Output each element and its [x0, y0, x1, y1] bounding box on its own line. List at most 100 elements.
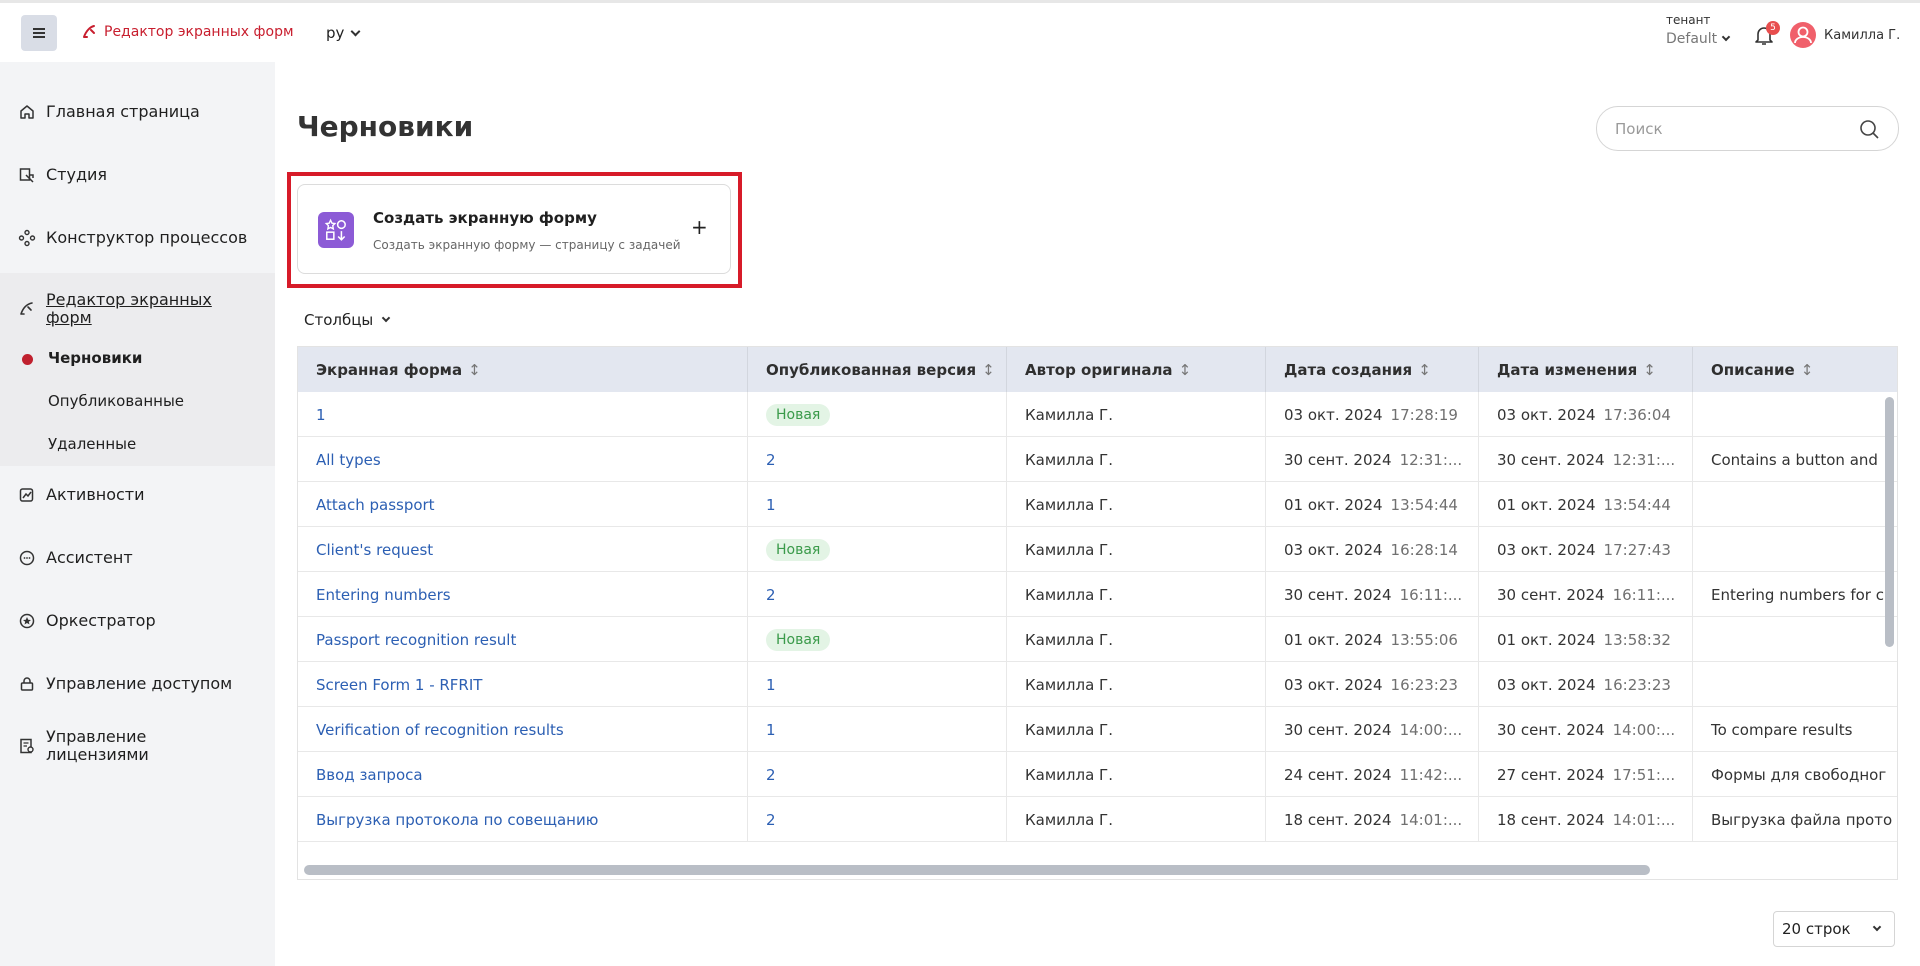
- sidebar-item-access-control[interactable]: Управление доступом: [0, 674, 275, 693]
- status-badge: Новая: [766, 628, 831, 651]
- version-link[interactable]: 2: [766, 766, 776, 784]
- date-text: 18 сент. 2024: [1497, 810, 1605, 829]
- create-form-card[interactable]: Создать экранную форму Создать экранную …: [297, 184, 731, 274]
- author-cell: Камилла Г.: [1007, 392, 1266, 437]
- form-name-link[interactable]: Passport recognition result: [298, 617, 748, 662]
- tenant-dropdown[interactable]: Default: [1666, 31, 1731, 47]
- sort-icon[interactable]: ↕: [1179, 361, 1192, 379]
- created-date-cell: 01 окт. 2024 13:54:44: [1266, 482, 1479, 527]
- table-row[interactable]: Passport recognition result Новая Камилла …: [298, 617, 1897, 662]
- sidebar-subitem-drafts[interactable]: Черновики: [0, 349, 275, 367]
- notification-badge: 5: [1766, 21, 1780, 35]
- rows-per-page-select[interactable]: 20 строк: [1773, 911, 1895, 947]
- sidebar-item-studio[interactable]: Студия: [0, 165, 275, 184]
- form-name-link[interactable]: 1: [298, 392, 748, 437]
- table-row[interactable]: Выгрузка протокола по совещанию 2 Камилла …: [298, 797, 1897, 842]
- sidebar-item-process-builder[interactable]: Конструктор процессов: [0, 228, 275, 247]
- published-version: 1: [748, 662, 1007, 707]
- horizontal-scrollbar[interactable]: [304, 865, 1650, 875]
- sidebar-item-label: Управление доступом: [46, 674, 233, 693]
- form-name-link[interactable]: Attach passport: [298, 482, 748, 527]
- col-description-header[interactable]: Описание ↕: [1693, 347, 1897, 392]
- sidebar-item-activities[interactable]: Активности: [0, 485, 275, 504]
- table-row[interactable]: Entering numbers 2 Камилла Г. 30 сент. 2024…: [298, 572, 1897, 617]
- form-name-link[interactable]: Выгрузка протокола по совещанию: [298, 797, 748, 842]
- status-badge: Новая: [766, 538, 831, 561]
- form-name-link[interactable]: All types: [298, 437, 748, 482]
- sidebar-subitem-published[interactable]: Опубликованные: [0, 392, 275, 410]
- sidebar-item-form-editor[interactable]: Редактор экранных форм: [0, 291, 275, 327]
- description-cell: Entering numbers for c: [1693, 572, 1897, 617]
- brand-link[interactable]: Редактор экранных форм: [80, 23, 294, 41]
- created-date-cell: 03 окт. 2024 16:28:14: [1266, 527, 1479, 572]
- date-text: 18 сент. 2024: [1284, 810, 1392, 829]
- author-cell: Камилла Г.: [1007, 662, 1266, 707]
- sidebar-item-label: Оркестратор: [46, 611, 156, 630]
- column-header-label: Описание: [1711, 360, 1795, 379]
- sidebar-item-home[interactable]: Главная страница: [0, 102, 275, 121]
- col-author-header[interactable]: Автор оригинала ↕: [1007, 347, 1266, 392]
- time-text: 11:42:...: [1399, 765, 1463, 784]
- time-text: 16:11:...: [1399, 585, 1463, 604]
- form-name-link[interactable]: Verification of recognition results: [298, 707, 748, 752]
- version-link[interactable]: 2: [766, 451, 776, 469]
- table-row[interactable]: 1 Новая Камилла Г. 03 окт. 2024 17:28:19 03 о…: [298, 392, 1897, 437]
- home-icon: [20, 104, 34, 119]
- sort-icon[interactable]: ↕: [1801, 361, 1814, 379]
- table-row[interactable]: Attach passport 1 Камилла Г. 01 окт. 2024 13…: [298, 482, 1897, 527]
- version-link[interactable]: 2: [766, 811, 776, 829]
- date-text: 03 окт. 2024: [1497, 675, 1596, 694]
- active-indicator-icon: [22, 354, 33, 365]
- published-version: Новая: [748, 617, 1007, 662]
- table-row[interactable]: Verification of recognition results 1 Ками…: [298, 707, 1897, 752]
- table-row[interactable]: All types 2 Камилла Г. 30 сент. 2024 12:31:.…: [298, 437, 1897, 482]
- user-menu[interactable]: Камилла Г.: [1790, 22, 1900, 48]
- col-form-name-header[interactable]: Экранная форма ↕: [298, 347, 748, 392]
- version-link[interactable]: 2: [766, 586, 776, 604]
- table-header: Экранная форма ↕ Опубликованная версия ↕ Авт…: [298, 347, 1897, 392]
- col-created-header[interactable]: Дата создания ↕: [1266, 347, 1479, 392]
- sidebar-item-licenses[interactable]: Управление лицензиями: [0, 728, 275, 764]
- vertical-scrollbar[interactable]: [1885, 397, 1894, 647]
- sort-icon[interactable]: ↕: [982, 361, 995, 379]
- page-title: Черновики: [297, 110, 474, 143]
- form-name-link[interactable]: Screen Form 1 - RFRIT: [298, 662, 748, 707]
- search-input[interactable]: [1615, 119, 1858, 138]
- shapes-icon: [318, 212, 354, 248]
- modified-date-cell: 30 сент. 2024 16:11:...: [1479, 572, 1693, 617]
- column-header-label: Экранная форма: [316, 360, 463, 379]
- created-date-cell: 18 сент. 2024 14:01:...: [1266, 797, 1479, 842]
- form-name-link[interactable]: Ввод запроса: [298, 752, 748, 797]
- version-link[interactable]: 1: [766, 721, 776, 739]
- form-name-link[interactable]: Client's request: [298, 527, 748, 572]
- sort-icon[interactable]: ↕: [1418, 361, 1431, 379]
- published-version: 2: [748, 437, 1007, 482]
- form-name-link[interactable]: Entering numbers: [298, 572, 748, 617]
- sort-icon[interactable]: ↕: [1643, 361, 1656, 379]
- sort-icon[interactable]: ↕: [468, 361, 481, 379]
- rows-per-page-value: 20 строк: [1782, 920, 1851, 938]
- language-select[interactable]: ру: [326, 24, 361, 42]
- date-text: 01 окт. 2024: [1497, 630, 1596, 649]
- table-row[interactable]: Screen Form 1 - RFRIT 1 Камилла Г. 03 окт. …: [298, 662, 1897, 707]
- sidebar-item-assistant[interactable]: Ассистент: [0, 548, 275, 567]
- version-link[interactable]: 1: [766, 676, 776, 694]
- date-text: 30 сент. 2024: [1284, 720, 1392, 739]
- search-icon[interactable]: [1858, 118, 1880, 140]
- created-date-cell: 01 окт. 2024 13:55:06: [1266, 617, 1479, 662]
- published-version: 2: [748, 572, 1007, 617]
- sidebar-group-form-editor: Редактор экранных форм Черновики Опублик…: [0, 273, 275, 466]
- col-modified-header[interactable]: Дата изменения ↕: [1479, 347, 1693, 392]
- col-published-version-header[interactable]: Опубликованная версия ↕: [748, 347, 1007, 392]
- table-row[interactable]: Ввод запроса 2 Камилла Г. 24 сент. 2024 11:4…: [298, 752, 1897, 797]
- hamburger-menu-button[interactable]: [21, 15, 57, 51]
- version-link[interactable]: 1: [766, 496, 776, 514]
- table-row[interactable]: Client's request Новая Камилла Г. 03 окт. 2…: [298, 527, 1897, 572]
- sidebar-subitem-label: Удаленные: [48, 435, 137, 453]
- sidebar-item-orchestrator[interactable]: Оркестратор: [0, 611, 275, 630]
- chevron-down-icon: [350, 26, 361, 36]
- columns-dropdown[interactable]: Столбцы: [304, 311, 391, 329]
- created-date-cell: 03 окт. 2024 17:28:19: [1266, 392, 1479, 437]
- sidebar-subitem-deleted[interactable]: Удаленные: [0, 435, 275, 453]
- modified-date-cell: 01 окт. 2024 13:58:32: [1479, 617, 1693, 662]
